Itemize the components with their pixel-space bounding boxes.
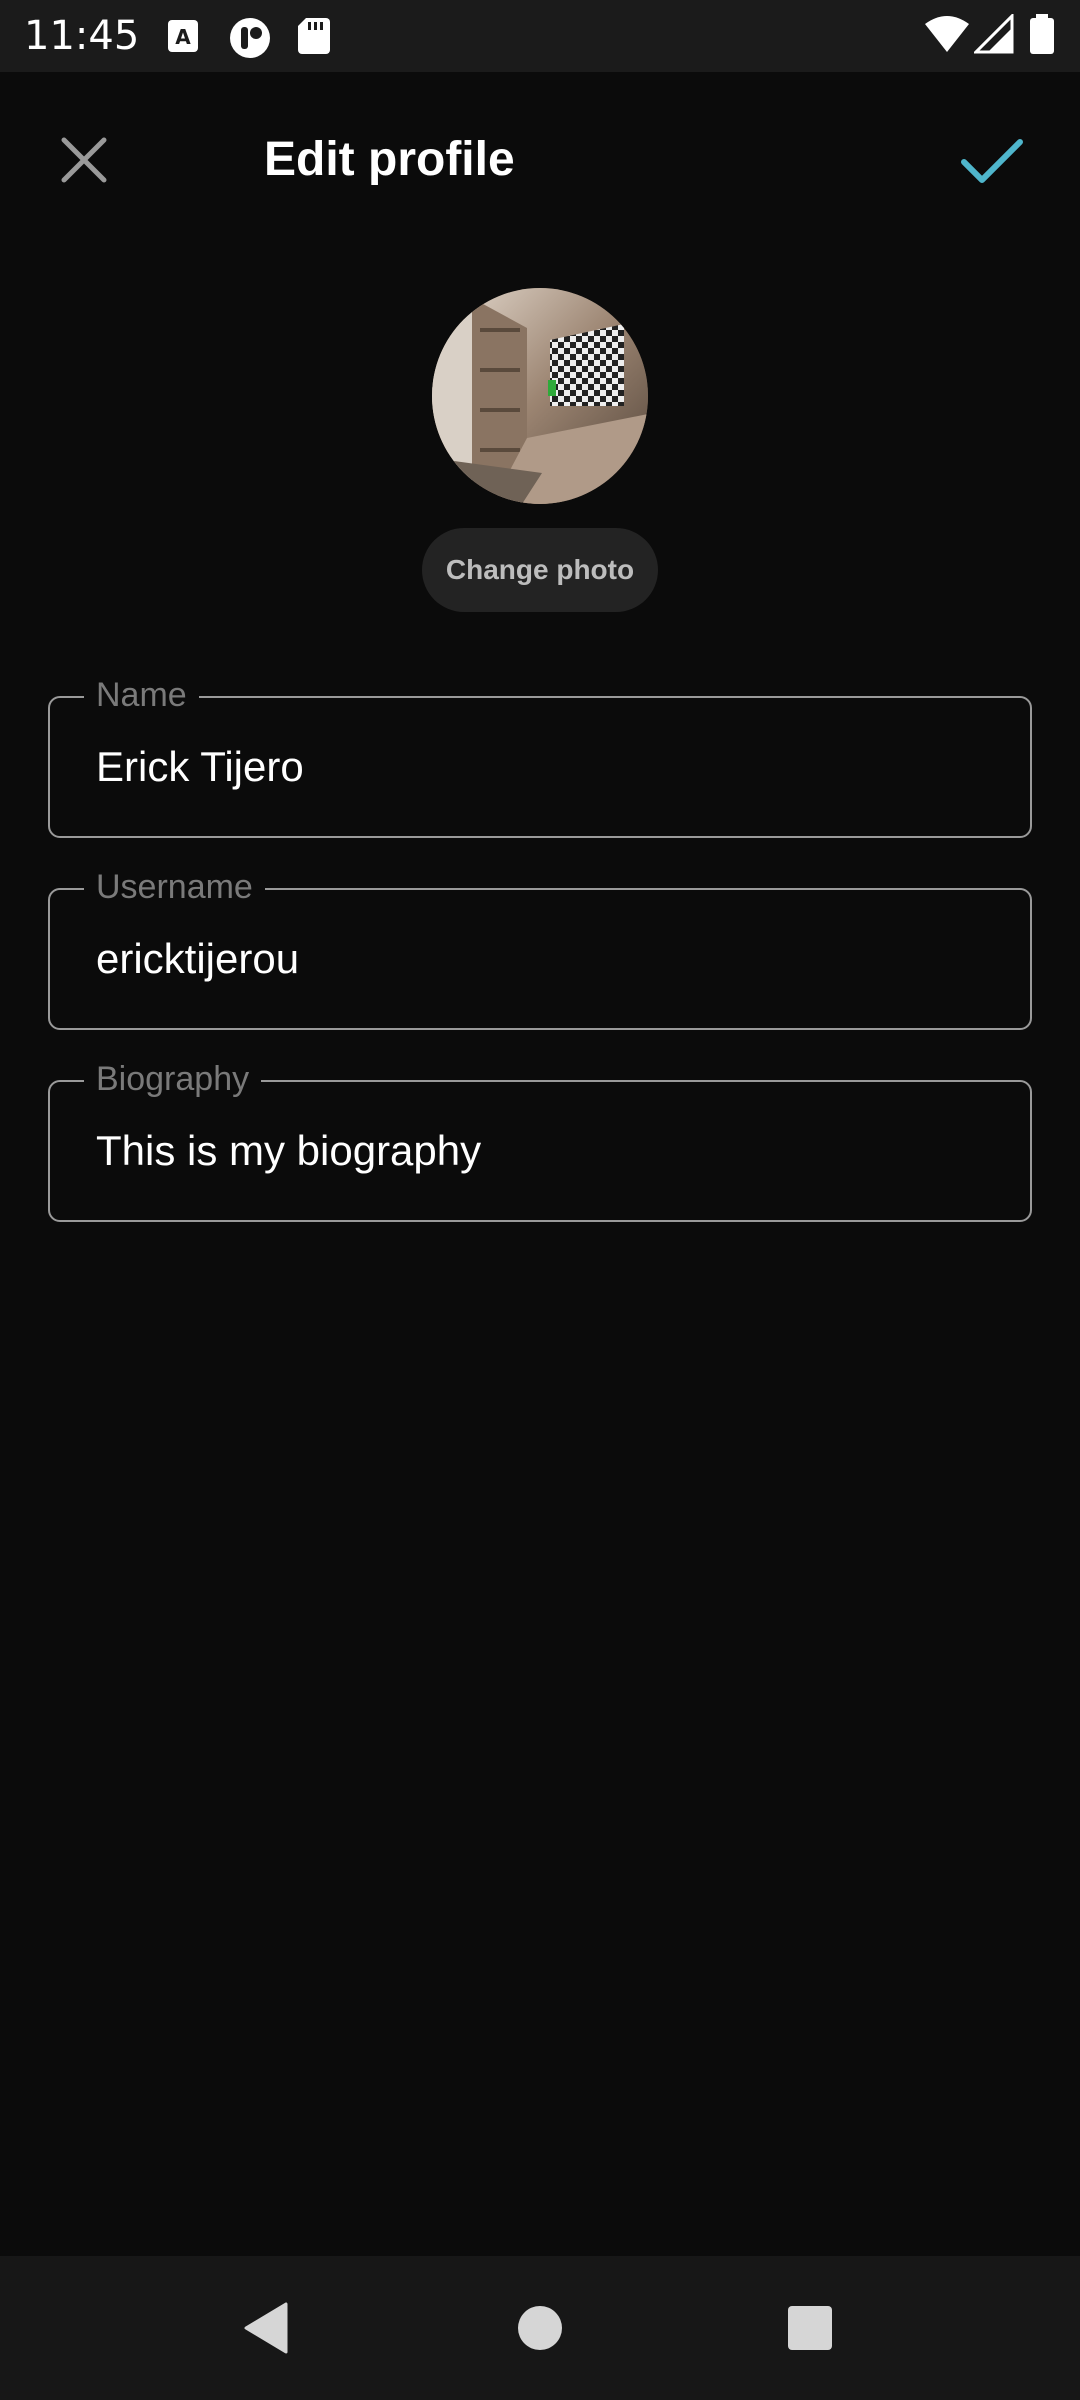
nav-back-button[interactable] — [236, 2296, 300, 2360]
cell-signal-icon — [972, 12, 1014, 59]
app-bar: Edit profile — [0, 72, 1080, 242]
save-button[interactable] — [948, 116, 1036, 204]
name-input[interactable] — [96, 732, 996, 802]
biography-field: Biography — [48, 1058, 1032, 1222]
name-field: Name — [48, 674, 1032, 838]
back-icon — [244, 2302, 288, 2354]
font-icon: A — [166, 16, 206, 56]
nav-recents-button[interactable] — [778, 2296, 842, 2360]
recents-icon — [788, 2306, 832, 2350]
biography-input[interactable] — [96, 1116, 996, 1186]
sd-card-icon — [296, 16, 336, 56]
status-time: 11:45 — [24, 13, 140, 59]
username-field: Username — [48, 866, 1032, 1030]
username-input[interactable] — [96, 924, 996, 994]
system-nav-bar — [0, 2256, 1080, 2400]
status-bar: 11:45 A — [0, 0, 1080, 72]
avatar[interactable] — [432, 288, 648, 504]
profile-photo — [432, 288, 648, 504]
close-icon — [61, 137, 107, 183]
home-icon — [518, 2306, 562, 2350]
app-icon — [228, 16, 270, 58]
change-photo-button[interactable]: Change photo — [422, 528, 658, 612]
page-title: Edit profile — [264, 133, 515, 186]
biography-field-label: Biography — [84, 1058, 262, 1100]
username-field-label: Username — [84, 866, 265, 908]
check-icon — [961, 139, 1023, 183]
svg-text:A: A — [175, 25, 191, 49]
nav-home-button[interactable] — [508, 2296, 572, 2360]
battery-icon — [1028, 14, 1056, 61]
close-button[interactable] — [44, 120, 124, 200]
wifi-icon — [924, 14, 970, 59]
name-field-label: Name — [84, 674, 199, 716]
